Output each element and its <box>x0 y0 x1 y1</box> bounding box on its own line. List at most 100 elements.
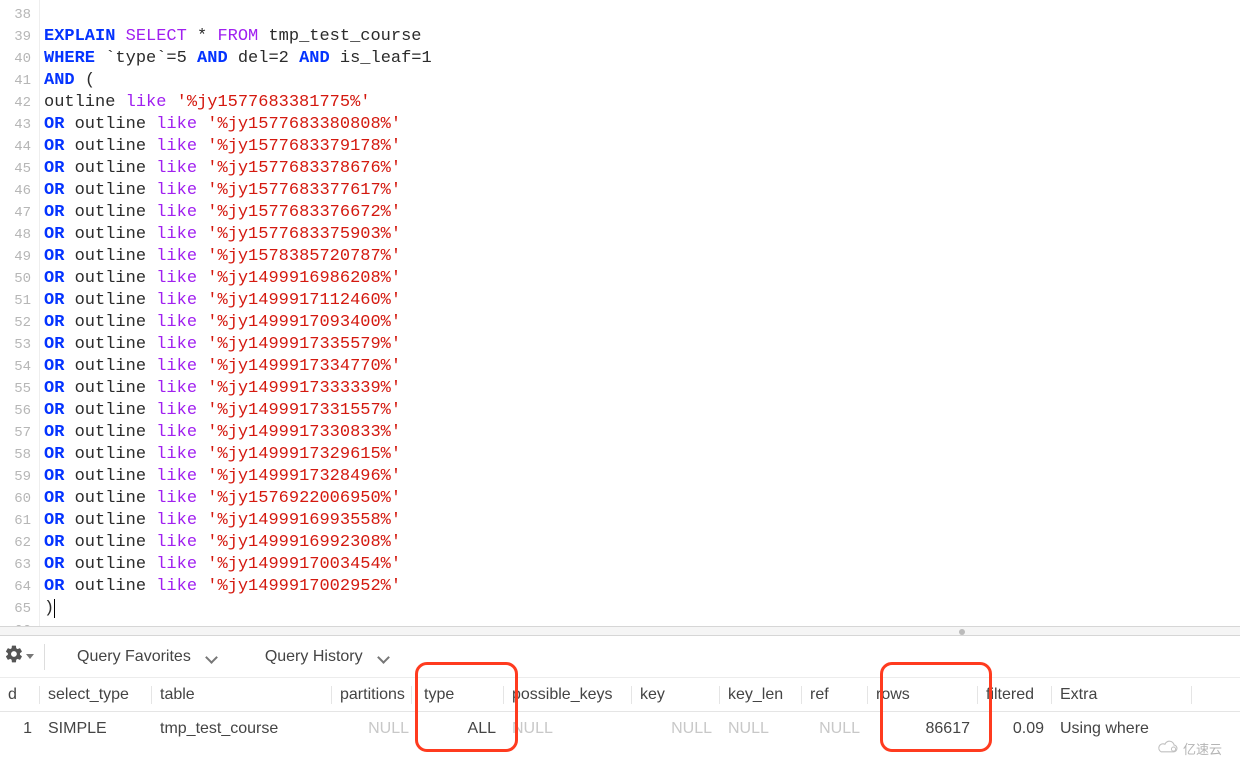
col-partitions[interactable]: partitions <box>332 686 412 704</box>
line-number: 38 <box>0 4 31 26</box>
code-line[interactable]: OR outline like '%jy1499917330833%' <box>44 422 432 444</box>
line-number: 53 <box>0 334 31 356</box>
code-line[interactable]: OR outline like '%jy1499917002952%' <box>44 576 432 598</box>
line-number: 56 <box>0 400 31 422</box>
chevron-down-icon <box>205 651 217 663</box>
separator <box>44 644 45 670</box>
cell-ref: NULL <box>802 720 868 738</box>
line-number: 58 <box>0 444 31 466</box>
code-line[interactable]: outline like '%jy1577683381775%' <box>44 92 432 114</box>
cell-select-type: SIMPLE <box>40 720 152 738</box>
query-favorites-label: Query Favorites <box>77 648 191 666</box>
line-number: 54 <box>0 356 31 378</box>
code-line[interactable]: OR outline like '%jy1577683376672%' <box>44 202 432 224</box>
cell-rows: 86617 <box>868 720 978 738</box>
code-line[interactable]: OR outline like '%jy1577683380808%' <box>44 114 432 136</box>
cell-key: NULL <box>632 720 720 738</box>
line-number: 55 <box>0 378 31 400</box>
col-key[interactable]: key <box>632 686 720 704</box>
col-table[interactable]: table <box>152 686 332 704</box>
table-row[interactable]: 1 SIMPLE tmp_test_course NULL ALL NULL N… <box>0 712 1240 746</box>
col-ref[interactable]: ref <box>802 686 868 704</box>
code-line[interactable]: OR outline like '%jy1499916992308%' <box>44 532 432 554</box>
line-number-gutter: 3839404142434445464748495051525354555657… <box>0 0 40 626</box>
code-line[interactable]: OR outline like '%jy1499916993558%' <box>44 510 432 532</box>
sql-editor[interactable]: 3839404142434445464748495051525354555657… <box>0 0 1240 626</box>
line-number: 46 <box>0 180 31 202</box>
code-line[interactable]: OR outline like '%jy1577683378676%' <box>44 158 432 180</box>
code-line[interactable]: WHERE `type`=5 AND del=2 AND is_leaf=1 <box>44 48 432 70</box>
code-line[interactable]: OR outline like '%jy1576922006950%' <box>44 488 432 510</box>
line-number: 62 <box>0 532 31 554</box>
cell-possible-keys: NULL <box>504 720 632 738</box>
line-number: 61 <box>0 510 31 532</box>
line-number: 64 <box>0 576 31 598</box>
line-number: 50 <box>0 268 31 290</box>
col-filtered[interactable]: filtered <box>978 686 1052 704</box>
code-line[interactable]: OR outline like '%jy1577683379178%' <box>44 136 432 158</box>
gear-icon <box>4 644 24 669</box>
line-number: 57 <box>0 422 31 444</box>
col-key-len[interactable]: key_len <box>720 686 802 704</box>
query-history-button[interactable]: Query History <box>241 648 413 666</box>
col-rows[interactable]: rows <box>868 686 978 704</box>
col-extra[interactable]: Extra <box>1052 686 1192 704</box>
watermark: 亿速云 <box>1157 739 1222 758</box>
line-number: 47 <box>0 202 31 224</box>
line-number: 60 <box>0 488 31 510</box>
line-number: 42 <box>0 92 31 114</box>
line-number: 45 <box>0 158 31 180</box>
query-favorites-button[interactable]: Query Favorites <box>53 648 241 666</box>
code-line[interactable]: OR outline like '%jy1499917112460%' <box>44 290 432 312</box>
explain-results-grid: d select_type table partitions type poss… <box>0 678 1240 746</box>
code-line[interactable]: OR outline like '%jy1499917333339%' <box>44 378 432 400</box>
code-line[interactable]: AND ( <box>44 70 432 92</box>
panel-splitter[interactable] <box>0 626 1240 636</box>
query-history-label: Query History <box>265 648 363 666</box>
col-possible-keys[interactable]: possible_keys <box>504 686 632 704</box>
col-type[interactable]: type <box>412 686 504 704</box>
sql-code-area[interactable]: EXPLAIN SELECT * FROM tmp_test_courseWHE… <box>40 0 432 626</box>
code-line[interactable]: OR outline like '%jy1499917335579%' <box>44 334 432 356</box>
cloud-icon <box>1157 740 1179 757</box>
cell-filtered: 0.09 <box>978 720 1052 738</box>
splitter-handle-icon <box>959 629 965 635</box>
code-line[interactable]: EXPLAIN SELECT * FROM tmp_test_course <box>44 26 432 48</box>
line-number: 59 <box>0 466 31 488</box>
caret-down-icon <box>26 654 34 659</box>
code-line[interactable]: OR outline like '%jy1577683377617%' <box>44 180 432 202</box>
code-line[interactable] <box>44 4 432 26</box>
line-number: 41 <box>0 70 31 92</box>
code-line[interactable]: ) <box>44 598 432 620</box>
cell-key-len: NULL <box>720 720 802 738</box>
line-number: 49 <box>0 246 31 268</box>
cell-d: 1 <box>0 720 40 738</box>
line-number: 51 <box>0 290 31 312</box>
col-select-type[interactable]: select_type <box>40 686 152 704</box>
line-number: 65 <box>0 598 31 620</box>
cell-table: tmp_test_course <box>152 720 332 738</box>
code-line[interactable]: OR outline like '%jy1499917329615%' <box>44 444 432 466</box>
line-number: 48 <box>0 224 31 246</box>
cell-type: ALL <box>412 720 504 738</box>
code-line[interactable]: OR outline like '%jy1499917328496%' <box>44 466 432 488</box>
code-line[interactable]: OR outline like '%jy1499917093400%' <box>44 312 432 334</box>
cell-extra: Using where <box>1052 720 1192 738</box>
line-number: 44 <box>0 136 31 158</box>
line-number: 43 <box>0 114 31 136</box>
chevron-down-icon <box>377 651 389 663</box>
code-line[interactable]: OR outline like '%jy1499916986208%' <box>44 268 432 290</box>
settings-button[interactable] <box>0 644 36 669</box>
col-d[interactable]: d <box>0 686 40 704</box>
code-line[interactable]: OR outline like '%jy1499917003454%' <box>44 554 432 576</box>
code-line[interactable]: OR outline like '%jy1499917331557%' <box>44 400 432 422</box>
code-line[interactable]: OR outline like '%jy1578385720787%' <box>44 246 432 268</box>
line-number: 39 <box>0 26 31 48</box>
grid-header-row: d select_type table partitions type poss… <box>0 678 1240 712</box>
cell-partitions: NULL <box>332 720 412 738</box>
code-line[interactable]: OR outline like '%jy1577683375903%' <box>44 224 432 246</box>
line-number: 63 <box>0 554 31 576</box>
results-toolbar: Query Favorites Query History <box>0 636 1240 678</box>
line-number: 52 <box>0 312 31 334</box>
code-line[interactable]: OR outline like '%jy1499917334770%' <box>44 356 432 378</box>
